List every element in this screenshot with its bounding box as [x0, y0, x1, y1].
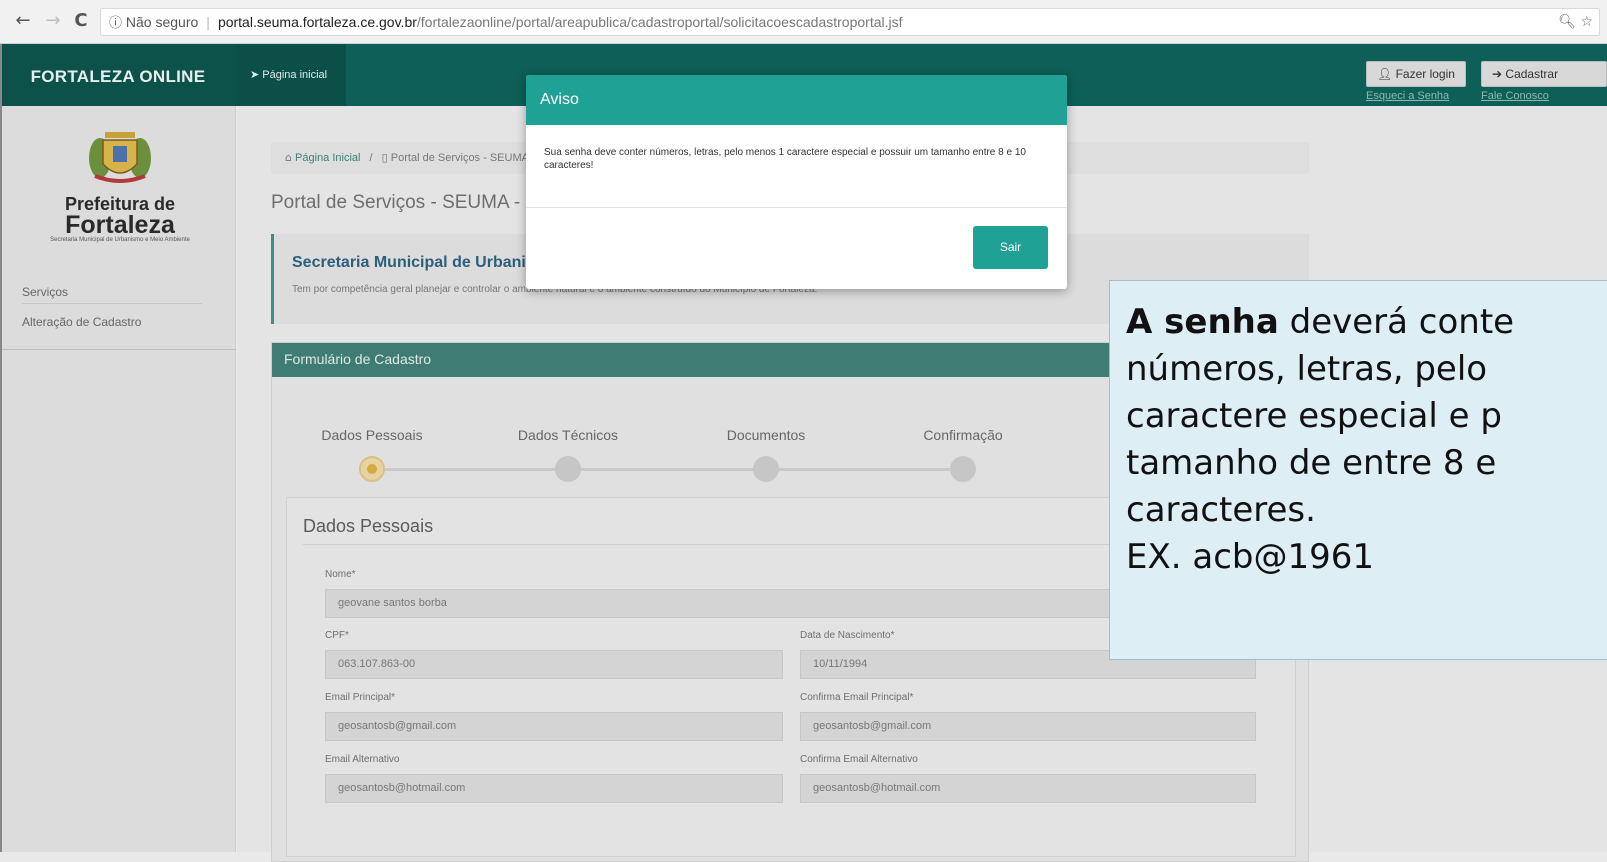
home-link[interactable]: ➤ Página inicial [236, 44, 346, 106]
page-title: Portal de Serviços - SEUMA - P [271, 192, 539, 213]
callout-line-6: EX. acb@1961 [1126, 537, 1375, 577]
url-host: portal.seuma.fortaleza.ce.gov.br [217, 14, 417, 30]
login-button[interactable]: 👤︎ Fazer login [1366, 61, 1466, 87]
callout-text: A senha deverá conte números, letras, pe… [1126, 299, 1607, 581]
login-button-label: Fazer login [1395, 67, 1455, 81]
arrow-right-icon: ➔ [1492, 67, 1503, 81]
cpf-label: CPF* [325, 630, 349, 641]
step-documentos[interactable]: Documentos [686, 427, 846, 443]
step-dados-pessoais[interactable]: Dados Pessoais [292, 427, 452, 443]
address-bar[interactable]: ⓘ Não seguro | portal.seuma.fortaleza.ce.g… [100, 8, 1600, 36]
sidebar-divider [22, 303, 202, 304]
email-alt-label: Email Alternativo [325, 754, 400, 765]
logo-line-3: Secretaria Municipal de Urbanismo e Meio… [50, 237, 190, 243]
step-progress-line [372, 468, 964, 471]
password-hint-callout: A senha deverá conte números, letras, pe… [1109, 280, 1607, 660]
email-label: Email Principal* [325, 692, 396, 703]
step-dot[interactable] [555, 456, 581, 482]
step-dot-active[interactable] [359, 456, 385, 482]
zoom-icon[interactable]: 🔍︎ [1558, 14, 1576, 30]
reload-icon[interactable]: C [70, 10, 92, 32]
register-button[interactable]: ➔ Cadastrar [1481, 61, 1607, 87]
breadcrumb-home[interactable]: Página Inicial [295, 152, 360, 164]
nome-label: Nome* [325, 569, 356, 580]
sair-button[interactable]: Sair [973, 226, 1048, 269]
cpf-input[interactable]: 063.107.863-00 [325, 650, 783, 679]
step-dados-tecnicos[interactable]: Dados Técnicos [488, 427, 648, 443]
secretaria-title: Secretaria Municipal de Urbanis [292, 254, 535, 271]
breadcrumb-separator: / [369, 152, 373, 164]
sidebar-item-alteracao[interactable]: Alteração de Cadastro [22, 315, 202, 329]
callout-line-2: números, letras, pelo [1126, 349, 1488, 389]
back-arrow-icon[interactable]: ← [12, 10, 34, 32]
forgot-password-link[interactable]: Esqueci a Senha [1366, 90, 1449, 102]
contact-link[interactable]: Fale Conosco [1481, 90, 1549, 102]
location-arrow-icon: ➤ [250, 68, 260, 81]
info-icon[interactable]: ⓘ [109, 11, 122, 35]
sidebar-item-servicos[interactable]: Serviços [22, 285, 202, 299]
bookmark-star-icon[interactable]: ☆ [1580, 14, 1593, 30]
logo-line-2: Fortaleza [65, 211, 175, 239]
nascimento-label: Data de Nascimento* [800, 630, 895, 641]
step-dot[interactable] [950, 456, 976, 482]
brand-title[interactable]: FORTALEZA ONLINE [0, 44, 236, 106]
callout-line-1: deverá conte [1278, 302, 1515, 342]
email-alt-confirm-label: Confirma Email Alternativo [800, 754, 918, 765]
window-frame [0, 44, 2, 852]
email-confirm-label: Confirma Email Principal* [800, 692, 914, 703]
callout-bold: A senha [1126, 302, 1279, 342]
document-icon: ▯ [381, 151, 388, 164]
prefeitura-logo: Prefeitura de Fortaleza Secretaria Munic… [50, 124, 190, 243]
section-title: Dados Pessoais [303, 516, 434, 536]
email-confirm-input[interactable]: geosantosb@gmail.com [800, 712, 1256, 741]
url-path: /fortalezaonline/portal/areapublica/cada… [416, 14, 903, 30]
callout-line-5: caracteres. [1126, 490, 1316, 530]
forward-arrow-icon[interactable]: → [42, 10, 64, 32]
callout-line-4: tamanho de entre 8 e [1126, 443, 1497, 483]
step-dot[interactable] [753, 456, 779, 482]
breadcrumb-current: Portal de Serviços - SEUMA [390, 152, 529, 164]
dialog-divider [526, 207, 1067, 208]
step-confirmacao[interactable]: Confirmação [883, 427, 1043, 443]
email-input[interactable]: geosantosb@gmail.com [325, 712, 783, 741]
email-alt-input[interactable]: geosantosb@hotmail.com [325, 774, 783, 803]
aviso-dialog: Aviso Sua senha deve conter números, let… [526, 75, 1067, 289]
callout-line-3: caractere especial e p [1126, 396, 1502, 436]
home-icon: ⌂ [285, 151, 292, 164]
coat-of-arms-icon [89, 132, 151, 183]
dialog-message: Sua senha deve conter números, letras, p… [544, 147, 1026, 171]
home-link-label: Página inicial [262, 69, 328, 81]
user-icon: 👤︎ [1377, 67, 1393, 81]
dialog-title: Aviso [526, 75, 1067, 125]
register-button-label: Cadastrar [1505, 67, 1559, 81]
email-alt-confirm-input[interactable]: geosantosb@hotmail.com [800, 774, 1256, 803]
security-label: Não seguro [125, 14, 199, 30]
sidebar-divider [0, 349, 236, 350]
browser-toolbar: ← → C ⓘ Não seguro | portal.seuma.fortalez… [0, 0, 1607, 44]
sidebar: Prefeitura de Fortaleza Secretaria Munic… [0, 106, 236, 852]
